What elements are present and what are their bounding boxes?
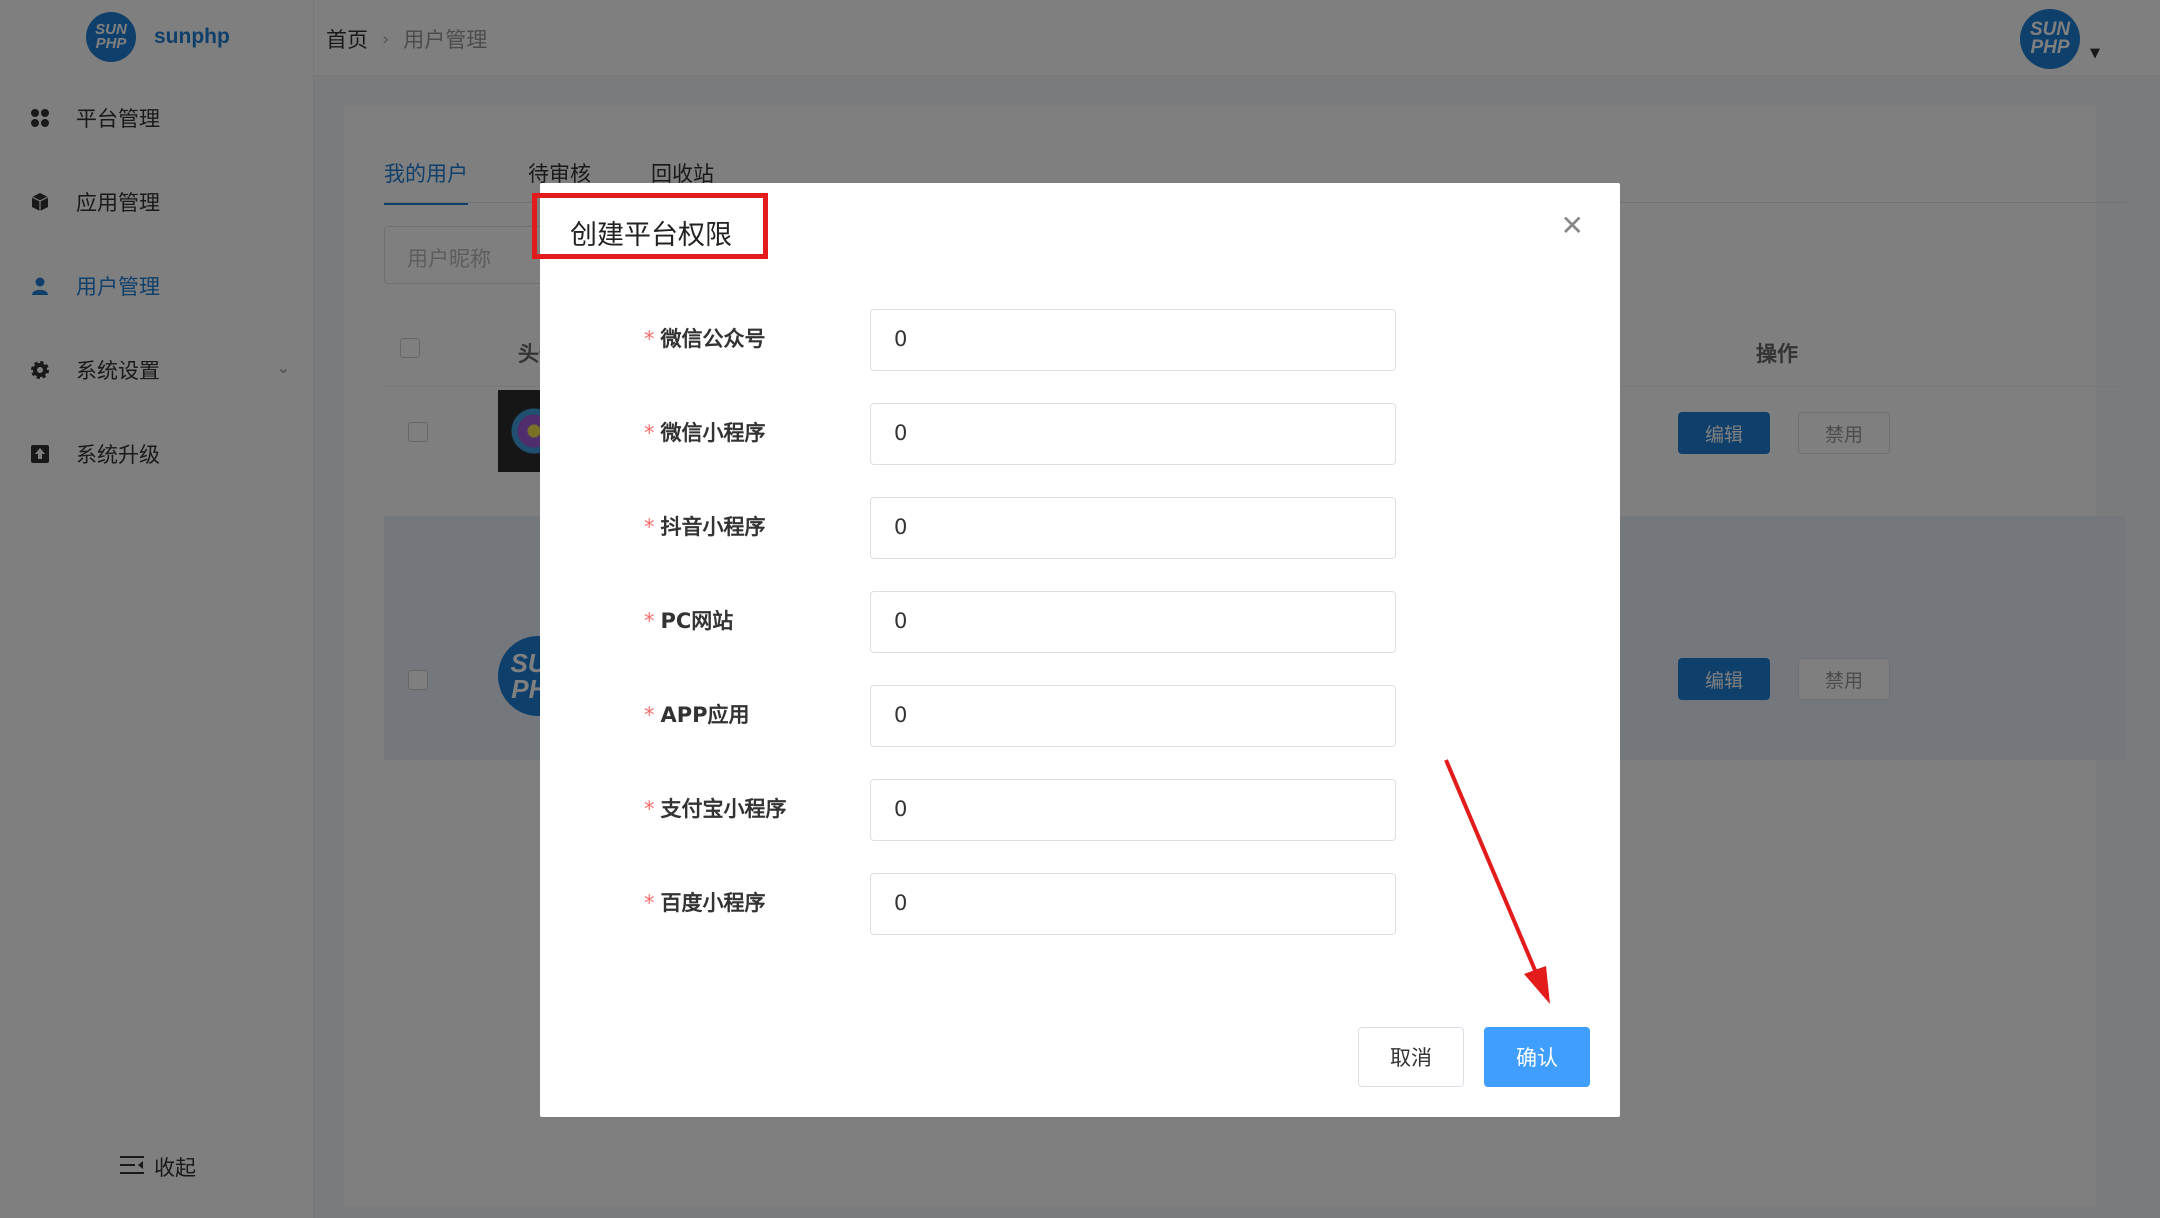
- required-mark: *: [644, 891, 655, 915]
- douyin-mini-input[interactable]: 0: [870, 497, 1396, 559]
- field-label-app: * APP应用: [644, 699, 750, 729]
- required-mark: *: [644, 797, 655, 821]
- field-label-text: 抖音小程序: [660, 515, 766, 539]
- dialog-title: 创建平台权限: [570, 220, 732, 251]
- create-permission-dialog: 创建平台权限 ✕ * 微信公众号 0 * 微信小程序 0 * 抖音小程序 0 * PC网…: [532, 183, 1620, 1117]
- field-label-alipay-mini: * 支付宝小程序: [644, 793, 787, 823]
- required-mark: *: [644, 421, 655, 445]
- wechat-mini-input[interactable]: 0: [870, 403, 1396, 465]
- field-label-pc-site: * PC网站: [644, 605, 733, 635]
- field-label-douyin-mini: * 抖音小程序: [644, 511, 766, 541]
- field-label-wechat-official: * 微信公众号: [644, 323, 766, 353]
- field-label-text: 微信公众号: [660, 327, 766, 351]
- wechat-official-input[interactable]: 0: [870, 309, 1396, 371]
- close-icon[interactable]: ✕: [1561, 209, 1584, 242]
- baidu-mini-input[interactable]: 0: [870, 873, 1396, 935]
- field-label-text: 微信小程序: [660, 421, 766, 445]
- required-mark: *: [644, 515, 655, 539]
- cancel-button[interactable]: 取消: [1358, 1027, 1464, 1087]
- pc-site-input[interactable]: 0: [870, 591, 1396, 653]
- required-mark: *: [644, 703, 655, 727]
- required-mark: *: [644, 327, 655, 351]
- required-mark: *: [644, 609, 655, 633]
- field-label-text: 支付宝小程序: [660, 797, 787, 821]
- confirm-button[interactable]: 确认: [1484, 1027, 1590, 1087]
- field-label-text: 百度小程序: [660, 891, 766, 915]
- alipay-mini-input[interactable]: 0: [870, 779, 1396, 841]
- field-label-text: PC网站: [660, 609, 734, 633]
- app-input[interactable]: 0: [870, 685, 1396, 747]
- field-label-text: APP应用: [660, 703, 750, 727]
- field-label-wechat-mini: * 微信小程序: [644, 417, 766, 447]
- field-label-baidu-mini: * 百度小程序: [644, 887, 766, 917]
